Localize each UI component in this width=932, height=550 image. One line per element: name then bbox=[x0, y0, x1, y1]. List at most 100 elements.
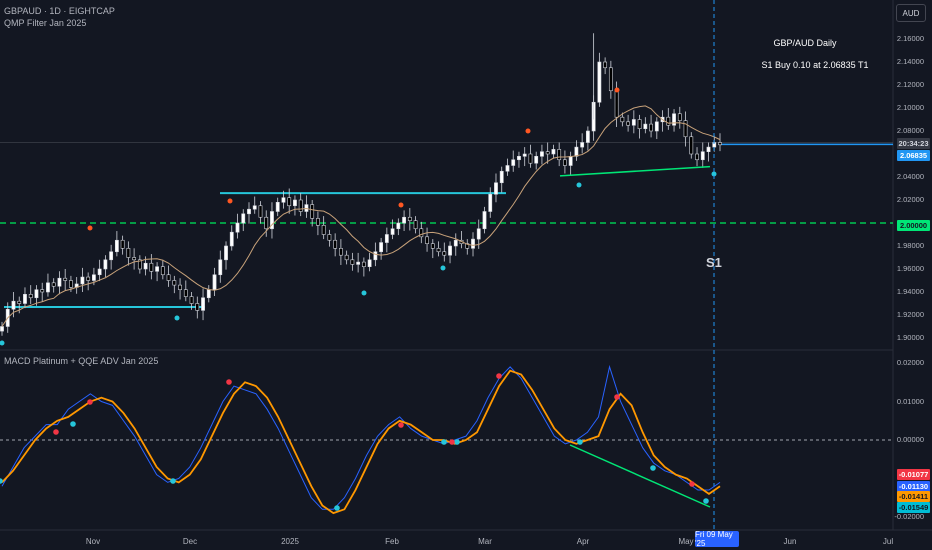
candle bbox=[327, 234, 332, 241]
macd-signal-dot bbox=[577, 439, 583, 445]
candle bbox=[69, 280, 73, 288]
candle bbox=[706, 146, 711, 153]
candle bbox=[413, 220, 418, 230]
candle bbox=[11, 300, 16, 310]
macd-signal-dot bbox=[87, 399, 93, 405]
candle bbox=[51, 282, 56, 287]
macd-signal-dot bbox=[0, 478, 3, 484]
candle bbox=[672, 113, 676, 126]
candle bbox=[241, 213, 246, 224]
last-price-label: 2.06835 bbox=[897, 150, 930, 161]
macd-tick: 0.02000 bbox=[896, 358, 924, 367]
symbol-title[interactable]: GBPAUD · 1D · EIGHTCAP bbox=[4, 6, 115, 16]
indicator-label-macd[interactable]: MACD Platinum + QQE ADV Jan 2025 bbox=[4, 356, 158, 366]
macd-signal-dot bbox=[170, 478, 176, 484]
price-tick: 2.02000 bbox=[896, 195, 924, 204]
candle bbox=[367, 259, 372, 267]
candle bbox=[614, 90, 619, 118]
candle bbox=[235, 222, 240, 233]
candle bbox=[109, 251, 114, 261]
signal-dot bbox=[398, 202, 404, 208]
candle bbox=[189, 296, 194, 304]
time-tick: May bbox=[678, 537, 694, 546]
candle bbox=[17, 300, 22, 304]
signal-dot bbox=[440, 265, 446, 271]
candle bbox=[557, 149, 562, 161]
signal-dot bbox=[525, 128, 531, 134]
candle bbox=[689, 136, 694, 155]
candle bbox=[677, 113, 682, 121]
candle bbox=[384, 234, 389, 243]
price-tick: 1.90000 bbox=[896, 333, 924, 342]
macd-tick: -0.02000 bbox=[894, 512, 924, 521]
time-tick: 2025 bbox=[281, 537, 299, 546]
time-tick: Nov bbox=[85, 537, 101, 546]
macd-signal-dot bbox=[70, 421, 76, 427]
candle bbox=[132, 257, 137, 261]
candle bbox=[57, 277, 62, 287]
candle bbox=[419, 228, 424, 238]
indicator-label-qmp[interactable]: QMP Filter Jan 2025 bbox=[4, 18, 86, 28]
candle bbox=[143, 262, 148, 270]
macd-signal-dot bbox=[496, 373, 502, 379]
candle bbox=[28, 293, 33, 299]
candle bbox=[258, 205, 263, 218]
candle bbox=[482, 211, 487, 230]
candle bbox=[631, 119, 636, 126]
candle bbox=[120, 239, 125, 249]
candle bbox=[683, 120, 688, 138]
price-tick: 2.14000 bbox=[896, 57, 924, 66]
candle bbox=[195, 303, 200, 311]
candle bbox=[608, 67, 613, 92]
time-tick: Mar bbox=[478, 537, 492, 546]
candle bbox=[637, 119, 642, 129]
time-tick: Dec bbox=[182, 537, 198, 546]
candle bbox=[517, 156, 521, 161]
candle bbox=[505, 165, 510, 172]
candle bbox=[298, 199, 303, 212]
candle bbox=[293, 199, 297, 207]
candle bbox=[264, 216, 269, 230]
candle bbox=[0, 326, 4, 332]
candle bbox=[46, 282, 50, 293]
annotation-trade: S1 Buy 0.10 at 2.06835 T1 bbox=[761, 60, 869, 70]
macd-signal-dot bbox=[334, 505, 340, 511]
candle bbox=[499, 170, 504, 184]
macd-label-1: -0.01077 bbox=[897, 469, 930, 480]
candle bbox=[718, 142, 722, 146]
macd-signal-dot bbox=[703, 498, 709, 504]
signal-dot bbox=[576, 182, 582, 188]
candle bbox=[316, 218, 320, 226]
candle bbox=[436, 248, 441, 253]
price-tick: 1.92000 bbox=[896, 310, 924, 319]
chart-canvas[interactable] bbox=[0, 0, 932, 550]
price-tick: 1.98000 bbox=[896, 241, 924, 250]
candle bbox=[396, 222, 401, 230]
candle bbox=[252, 205, 257, 210]
candle bbox=[218, 259, 223, 276]
candle bbox=[430, 243, 435, 249]
time-tick: Feb bbox=[385, 537, 399, 546]
candle bbox=[103, 259, 108, 270]
candle bbox=[92, 274, 96, 281]
candle bbox=[448, 245, 452, 256]
price-tick: 2.12000 bbox=[896, 80, 924, 89]
macd-label-4: -0.01549 bbox=[897, 502, 930, 513]
currency-button[interactable]: AUD bbox=[896, 4, 926, 22]
candle bbox=[563, 159, 567, 166]
time-tick: Apr bbox=[576, 537, 590, 546]
candle bbox=[585, 130, 590, 143]
candle bbox=[229, 231, 234, 247]
macd-tick: 0.00000 bbox=[896, 435, 924, 444]
candle bbox=[281, 197, 286, 203]
macd-trendline bbox=[569, 444, 711, 508]
candle bbox=[155, 266, 159, 272]
candle bbox=[34, 289, 39, 299]
candle bbox=[522, 153, 527, 157]
moving-average-line bbox=[1, 105, 721, 327]
candle bbox=[212, 274, 217, 290]
candle bbox=[350, 259, 355, 265]
candle bbox=[310, 204, 315, 219]
macd-line bbox=[1, 369, 721, 515]
candle bbox=[275, 202, 280, 212]
